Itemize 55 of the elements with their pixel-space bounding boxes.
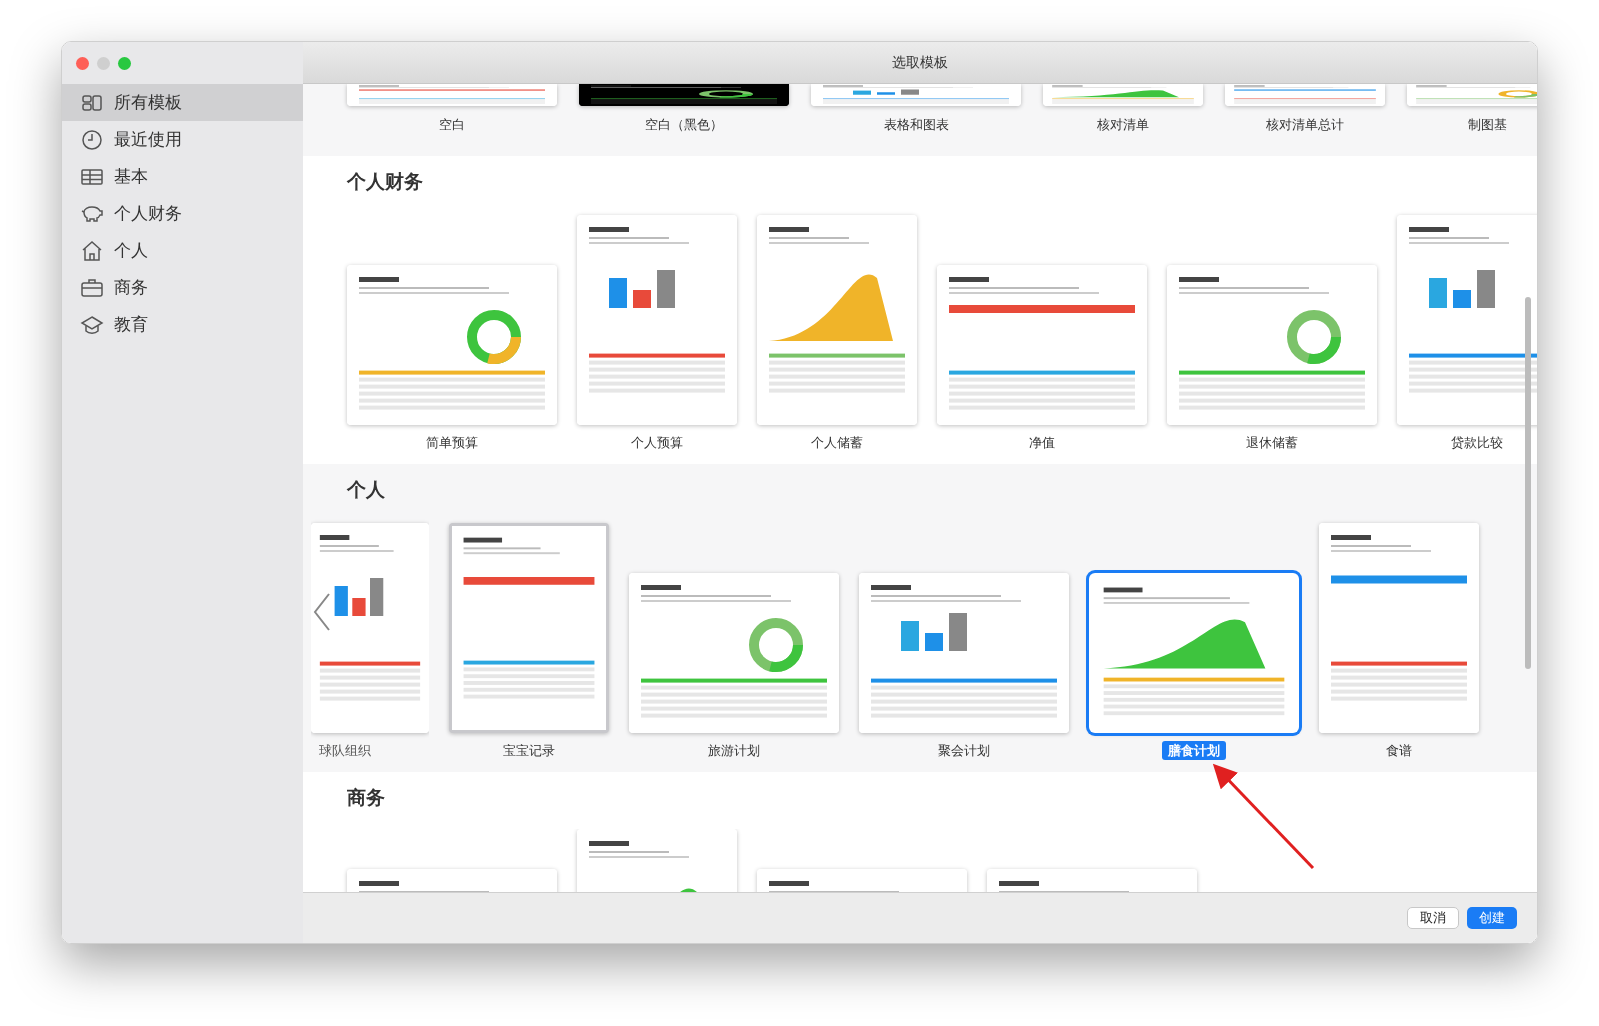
window-title: 选取模板 (892, 53, 948, 72)
template-label: 膳食计划 (1162, 740, 1226, 760)
template-thumbnail[interactable] (1319, 522, 1479, 733)
sidebar-item[interactable]: 基本 (62, 158, 303, 195)
template-thumbnail[interactable] (579, 84, 789, 106)
sidebar-item[interactable]: 商务 (62, 269, 303, 306)
template-thumbnail[interactable] (859, 572, 1069, 733)
template-thumbnail[interactable] (1043, 84, 1203, 106)
template-label: 表格和图表 (883, 116, 949, 134)
template-label: 核对清单 (1097, 116, 1149, 134)
template-thumbnail[interactable] (757, 214, 917, 425)
minimize-button[interactable] (97, 56, 110, 70)
sidebar-item[interactable]: 教育 (62, 306, 303, 343)
scrollbar[interactable] (1525, 297, 1531, 669)
template-thumbnail[interactable] (1089, 572, 1299, 733)
template-label: 聚会计划 (937, 741, 991, 760)
template-thumbnail[interactable] (629, 572, 839, 733)
template-label: 核对清单总计 (1266, 116, 1344, 134)
cancel-button[interactable]: 取消 (1407, 907, 1459, 929)
template-label: 旅游计划 (707, 741, 761, 760)
template-label: 空白（黑色） (645, 116, 723, 134)
template-thumbnail[interactable] (937, 264, 1147, 425)
zoom-button[interactable] (118, 56, 131, 70)
sidebar-item[interactable]: 个人财务 (62, 195, 303, 232)
template-thumbnail[interactable] (449, 522, 609, 733)
template-label: 净值 (1028, 433, 1056, 452)
template-label: 食谱 (1385, 741, 1413, 760)
sidebar-item[interactable]: 最近使用 (62, 121, 303, 158)
template-thumbnail[interactable] (1225, 84, 1385, 106)
template-label: 退休储蓄 (1245, 433, 1299, 452)
template-label: 简单预算 (425, 433, 479, 452)
template-thumbnail[interactable] (1397, 214, 1537, 425)
template-label: 球队组织 (319, 741, 371, 760)
template-thumbnail[interactable] (1167, 264, 1377, 425)
create-button[interactable]: 创建 (1467, 907, 1517, 929)
section-title: 商务 (346, 786, 386, 810)
clock-icon (80, 127, 104, 152)
close-button[interactable] (76, 56, 89, 70)
section-title: 个人 (346, 478, 386, 502)
template-label: 个人储蓄 (810, 433, 864, 452)
template-thumbnail[interactable] (1407, 84, 1537, 106)
template-thumbnail[interactable] (811, 84, 1021, 106)
template-label: 贷款比较 (1450, 433, 1504, 452)
template-label: 空白 (439, 116, 465, 134)
template-label: 宝宝记录 (502, 741, 556, 760)
house-icon (80, 238, 104, 263)
sidebar-item[interactable]: 个人 (62, 232, 303, 269)
template-thumbnail[interactable] (311, 522, 429, 733)
template-label: 个人预算 (630, 433, 684, 452)
template-thumbnail[interactable] (577, 214, 737, 425)
section-title: 个人财务 (346, 170, 424, 194)
sidebar-item[interactable]: 所有模板 (62, 84, 303, 121)
template-thumbnail[interactable] (347, 264, 557, 425)
template-thumbnail[interactable] (347, 84, 557, 106)
template-label: 制图基 (1467, 116, 1507, 134)
